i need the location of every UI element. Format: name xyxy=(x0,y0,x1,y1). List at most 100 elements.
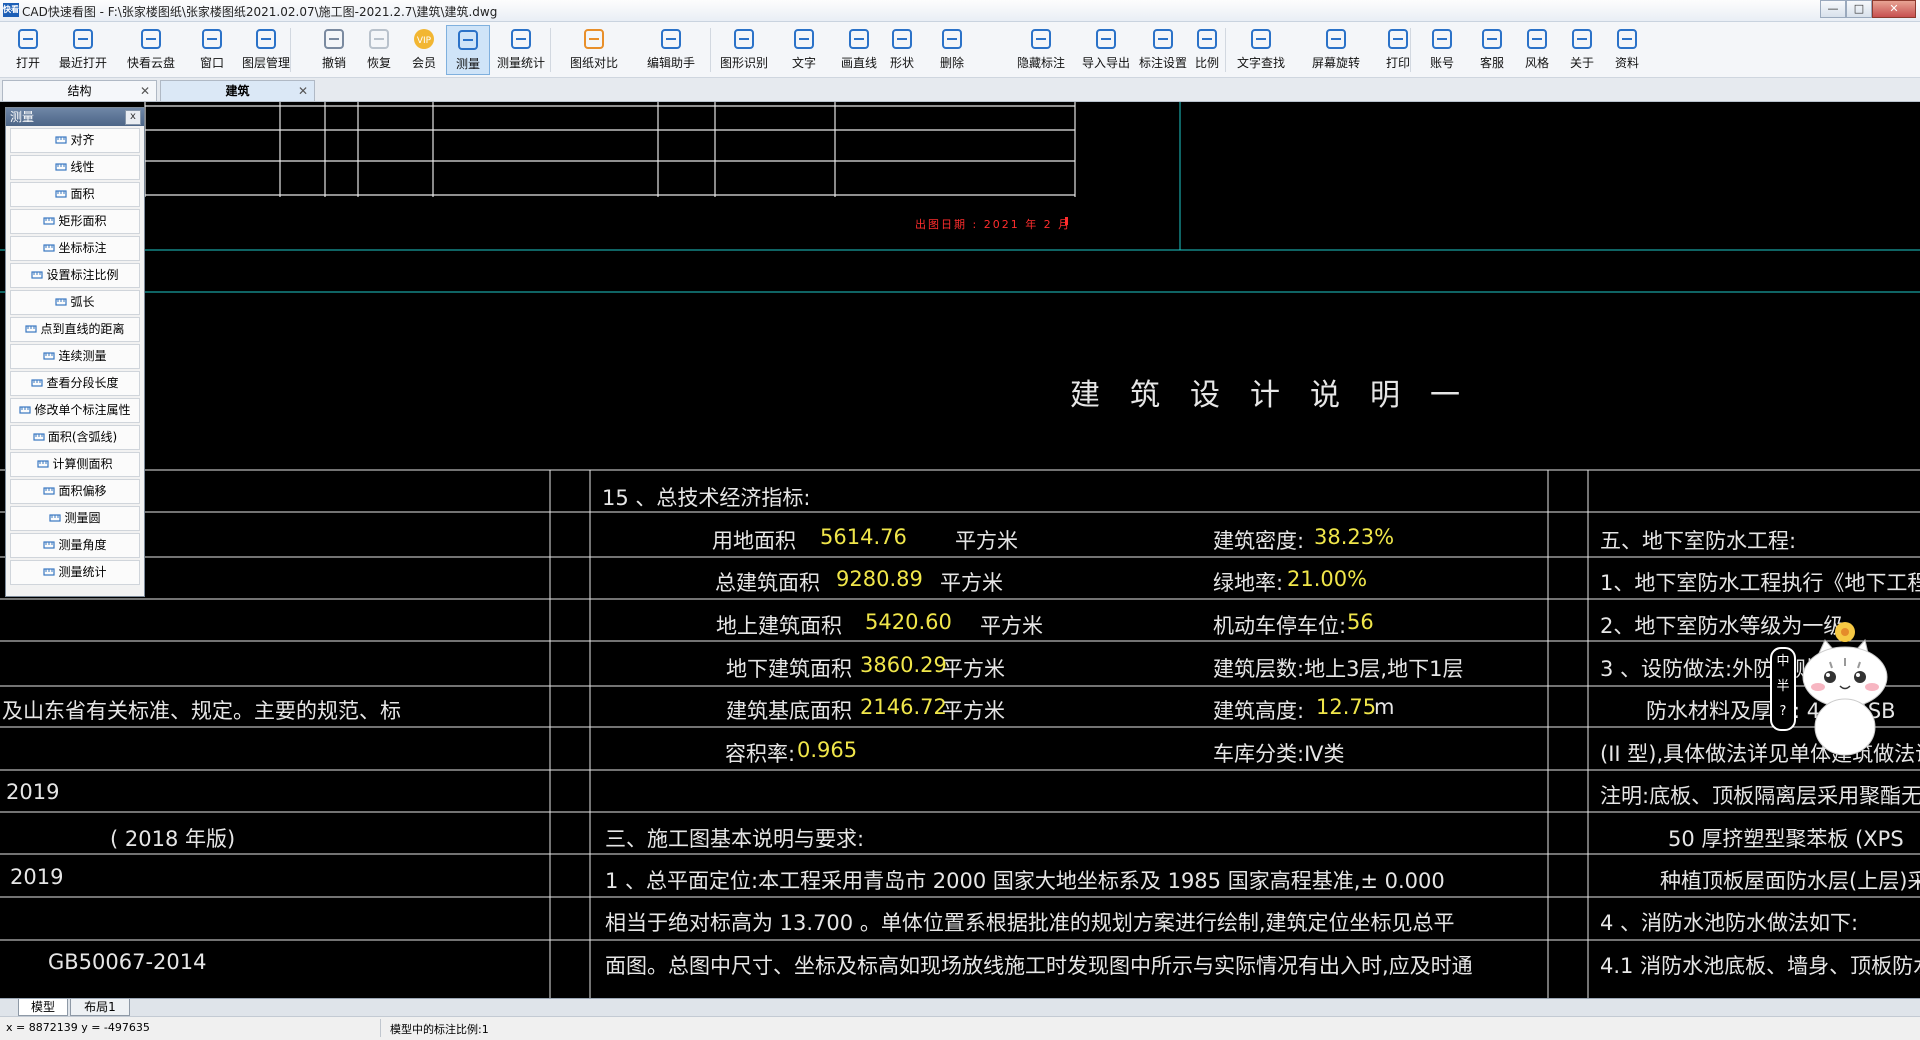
measure-tool-item[interactable]: 对齐 xyxy=(10,128,140,153)
toolbar-shape-recognize-button[interactable]: 图形识别 xyxy=(713,25,775,75)
toolbar-print-button[interactable]: 打印 xyxy=(1376,25,1420,75)
toolbar-scale-button[interactable]: 比例 xyxy=(1185,25,1229,75)
shape-recognize-icon xyxy=(734,29,754,49)
measure-tool-item[interactable]: 设置标注比例 xyxy=(10,263,140,288)
measure-tool-icon xyxy=(31,374,44,387)
tab-model[interactable]: 模型 xyxy=(18,999,68,1016)
toolbar-button-label: 删除 xyxy=(939,56,964,70)
window-title: CAD快速看图 - F:\张家楼图纸\张家楼图纸2021.02.07\施工图-2… xyxy=(22,5,498,19)
indicator-unit: 平方米 xyxy=(942,657,1005,681)
toolbar-button-label: 撤销 xyxy=(321,56,346,70)
toolbar-info-button[interactable]: 关于 xyxy=(1560,25,1604,75)
undo-icon xyxy=(324,29,344,49)
toolbar-button-label: 屏幕旋转 xyxy=(1311,56,1360,70)
section-3-line: 相当于绝对标高为 13.700 。单体位置系根据批准的规划方案进行绘制,建筑定位… xyxy=(605,911,1455,935)
measure-tool-label: 坐标标注 xyxy=(58,241,107,255)
close-button[interactable]: ✕ xyxy=(1872,0,1916,18)
measure-tool-item[interactable]: 连续测量 xyxy=(10,344,140,369)
right-text: 1、地下室防水工程执行《地下工程防水技 xyxy=(1600,571,1920,595)
right-text: 种植顶板屋面防水层(上层)采用耐 xyxy=(1660,869,1920,893)
measure-tool-item[interactable]: 线性 xyxy=(10,155,140,180)
toolbar-button-label: 图层管理 xyxy=(241,56,290,70)
toolbar-style-button[interactable]: 风格 xyxy=(1515,25,1559,75)
measure-tool-item[interactable]: 计算侧面积 xyxy=(10,452,140,477)
tab-architecture[interactable]: 建筑 ✕ xyxy=(160,80,315,101)
measure-tool-icon xyxy=(55,185,68,198)
cat-mascot-assistant[interactable]: 中 半 ? xyxy=(1770,622,1920,762)
left-text: 2019 xyxy=(6,780,60,804)
toolbar-button-label: 图形识别 xyxy=(719,56,768,70)
toolbar-button-label: 打印 xyxy=(1385,56,1410,70)
measure-tool-label: 弧长 xyxy=(70,295,95,309)
measure-tool-item[interactable]: 弧长 xyxy=(10,290,140,315)
toolbar-account-button[interactable]: 账号 xyxy=(1420,25,1464,75)
toolbar-compare-button[interactable]: 图纸对比 xyxy=(563,25,625,75)
measure-tool-item[interactable]: 点到直线的距离 xyxy=(10,317,140,342)
measure-tool-item[interactable]: 面积偏移 xyxy=(10,479,140,504)
toolbar-button-label: 客服 xyxy=(1479,56,1504,70)
hide-annotation-icon xyxy=(1031,29,1051,49)
indicator-label: 机动车停车位: xyxy=(1213,614,1347,638)
measure-tool-label: 测量圆 xyxy=(64,511,101,525)
toolbar-cloud-button[interactable]: 快看云盘 xyxy=(120,25,182,75)
drawing-title: 建筑设计说明一 xyxy=(1070,378,1490,413)
toolbar-import-export-button[interactable]: 导入导出 xyxy=(1075,25,1137,75)
toolbar-layers-button[interactable]: 图层管理 xyxy=(235,25,297,75)
toolbar-button-label: 测量 xyxy=(455,57,480,71)
toolbar-vip-button[interactable]: VIP 会员 xyxy=(402,25,446,75)
support-icon xyxy=(1482,29,1502,49)
toolbar-text-search-button[interactable]: 文字查找 xyxy=(1230,25,1292,75)
toolbar-support-button[interactable]: 客服 xyxy=(1470,25,1514,75)
indicator-label: 容积率: xyxy=(725,742,796,766)
measure-tool-item[interactable]: 矩形面积 xyxy=(10,209,140,234)
toolbar-rotate-screen-button[interactable]: 屏幕旋转 xyxy=(1305,25,1367,75)
measure-tool-item[interactable]: 测量圆 xyxy=(10,506,140,531)
measure-tool-label: 面积偏移 xyxy=(58,484,107,498)
measure-tool-item[interactable]: 面积 xyxy=(10,182,140,207)
toolbar-folder-button[interactable]: 打开 xyxy=(6,25,50,75)
tab-close-icon[interactable]: ✕ xyxy=(140,81,150,101)
minimize-button[interactable]: — xyxy=(1820,0,1846,18)
toolbar-undo-button[interactable]: 撤销 xyxy=(312,25,356,75)
toolbar-button-label: 资料 xyxy=(1614,56,1639,70)
drawing-canvas[interactable]: 出图日期 : 2021 年 2 月 建筑设计说明一 15 、总技术经济指标: 用… xyxy=(0,102,1920,998)
text-search-icon xyxy=(1251,29,1271,49)
print-date-label: 出图日期 : 2021 年 2 月 xyxy=(915,218,1072,231)
measure-tool-item[interactable]: 测量角度 xyxy=(10,533,140,558)
measure-tool-item[interactable]: 坐标标注 xyxy=(10,236,140,261)
toolbar-docs-button[interactable]: 资料 xyxy=(1605,25,1649,75)
toolbar-measure-stats-button[interactable]: 测量统计 xyxy=(490,25,552,75)
toolbar-shape-button[interactable]: 形状 xyxy=(880,25,924,75)
tab-close-icon[interactable]: ✕ xyxy=(298,81,308,101)
measure-tool-item[interactable]: 测量统计 xyxy=(10,560,140,585)
tab-layout1[interactable]: 布局1 xyxy=(70,999,130,1016)
tab-structure[interactable]: 结构 ✕ xyxy=(2,80,157,101)
toolbar-redo-button[interactable]: 恢复 xyxy=(357,25,401,75)
line-icon xyxy=(849,29,869,49)
measure-tool-item[interactable]: 面积(含弧线) xyxy=(10,425,140,450)
measure-tool-label: 对齐 xyxy=(70,133,95,147)
indicator-value: 3860.29 xyxy=(860,653,947,677)
toolbar-measure-button[interactable]: 测量 xyxy=(446,25,490,75)
toolbar-hide-annotation-button[interactable]: 隐藏标注 xyxy=(1010,25,1072,75)
measure-tool-label: 计算侧面积 xyxy=(52,457,113,471)
measure-stats-icon xyxy=(511,29,531,49)
measure-tool-label: 点到直线的距离 xyxy=(40,322,125,336)
toolbar-clock-button[interactable]: 最近打开 xyxy=(52,25,114,75)
indicator-label: 建筑层数:地上3层,地下1层 xyxy=(1213,657,1464,681)
svg-text:VIP: VIP xyxy=(417,36,432,46)
measure-tool-icon xyxy=(43,536,56,549)
docs-icon xyxy=(1617,29,1637,49)
delete-icon xyxy=(942,29,962,49)
toolbar-text-button[interactable]: 文字 xyxy=(782,25,826,75)
toolbar-delete-button[interactable]: 删除 xyxy=(930,25,974,75)
cloud-icon xyxy=(141,29,161,49)
indicator-label: 绿地率: xyxy=(1213,571,1284,595)
panel-close-button[interactable]: x xyxy=(125,110,141,125)
maximize-button[interactable]: □ xyxy=(1846,0,1872,18)
measure-tool-item[interactable]: 修改单个标注属性 xyxy=(10,398,140,423)
measure-tool-item[interactable]: 查看分段长度 xyxy=(10,371,140,396)
toolbar-button-label: 文字 xyxy=(791,56,816,70)
toolbar-edit-assistant-button[interactable]: 编辑助手 xyxy=(640,25,702,75)
toolbar-window-button[interactable]: 窗口 xyxy=(190,25,234,75)
